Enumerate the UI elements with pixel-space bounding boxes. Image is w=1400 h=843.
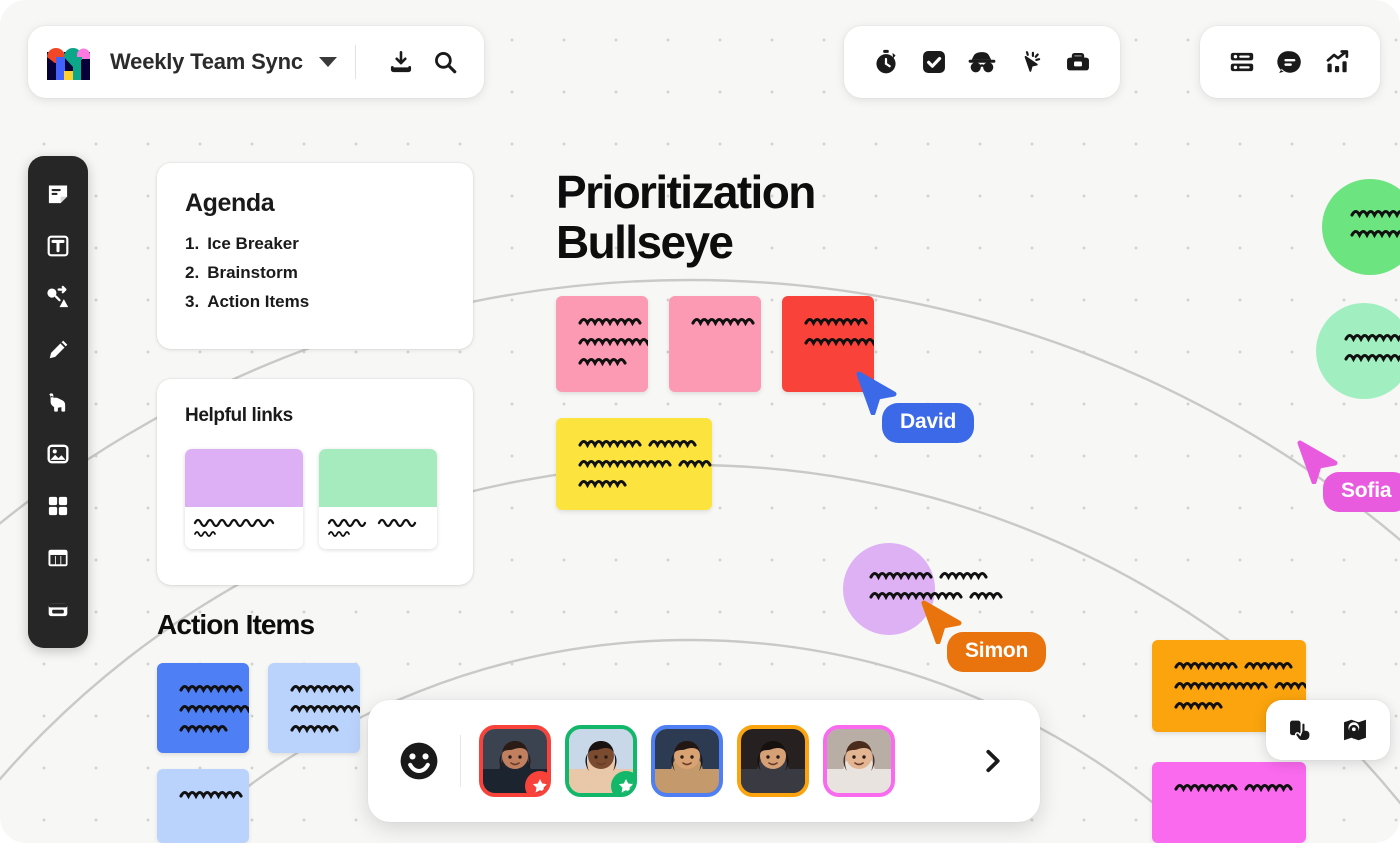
search-icon[interactable] [428,45,462,79]
sticky-scribble-text [282,684,360,747]
circle-green-light[interactable] [1316,303,1400,399]
timer-icon[interactable] [862,40,910,84]
sticky-magenta-1[interactable] [1152,762,1306,843]
helpful-links-card[interactable]: Helpful links [157,379,473,585]
page-title: Prioritization Bullseye [556,166,816,268]
frames-icon[interactable] [36,480,80,532]
avatar-5[interactable] [823,725,895,797]
agenda-title: Agenda [185,189,275,217]
app-bar: Weekly Team Sync [28,26,484,98]
avatar-photo [741,729,805,793]
comment-icon[interactable] [1266,40,1314,84]
sticky-scribble-text [171,790,243,813]
sticky-scribble-text [570,317,648,380]
table-icon[interactable] [36,532,80,584]
circle-scribble-text [1342,202,1400,253]
agenda-item: 2. Brainstorm [185,263,445,283]
link-preview-green[interactable] [319,449,437,549]
smiley-icon[interactable] [394,736,444,786]
sticky-pink-2[interactable] [669,296,761,392]
link-preview-purple[interactable] [185,449,303,549]
sticky-scribble-text [1166,783,1296,806]
agenda-item-label: Brainstorm [207,263,298,282]
image-icon[interactable] [36,428,80,480]
llama-icon[interactable] [36,376,80,428]
sticky-blue-3[interactable] [157,769,249,843]
left-toolbar [28,156,88,648]
avatar-photo [655,729,719,793]
action-items-title: Action Items [157,609,315,640]
toolbox-icon[interactable] [1054,40,1102,84]
board-canvas[interactable]: Weekly Team Sync Agenda 1. Ice Breaker 2… [0,0,1400,843]
avatar-3[interactable] [651,725,723,797]
chart-icon[interactable] [1314,40,1362,84]
avatar-4[interactable] [737,725,809,797]
cursor-name-tag: Sofia [1323,472,1400,512]
star-icon [611,771,633,793]
link-meta [319,507,437,549]
voting-icon[interactable] [910,40,958,84]
agenda-list: 1. Ice Breaker 2. Brainstorm 3. Action I… [185,234,445,312]
pen-icon[interactable] [36,324,80,376]
top-toolbar-panels [1200,26,1380,98]
divider [354,45,356,79]
incognito-icon[interactable] [958,40,1006,84]
text-icon[interactable] [36,220,80,272]
agenda-item-label: Ice Breaker [207,234,299,253]
chevron-right-icon[interactable] [970,739,1014,783]
top-toolbar-collaboration [844,26,1120,98]
link-thumbnail [319,449,437,507]
export-icon[interactable] [384,45,418,79]
sticky-yellow-1[interactable] [556,418,712,510]
chevron-down-icon[interactable] [318,57,337,67]
divider [460,735,461,787]
agenda-item-number: 1. [185,234,200,253]
sticky-note-icon[interactable] [36,168,80,220]
avatar-list [479,725,895,797]
hand-tool-icon[interactable] [1278,708,1324,752]
attention-icon[interactable] [1006,40,1054,84]
cursor-name-tag: Simon [947,632,1047,672]
agenda-card[interactable]: Agenda 1. Ice Breaker 2. Brainstorm 3. A… [157,163,473,349]
miro-logo [47,48,90,80]
sticky-scribble-text [683,317,755,340]
circle-scribble-text [1336,326,1400,377]
star-icon [525,771,547,793]
avatar-1[interactable] [479,725,551,797]
agenda-item-label: Action Items [207,292,310,311]
sticky-scribble-text [570,439,712,502]
sticky-scribble-text [796,317,874,360]
sticky-blue-2[interactable] [268,663,360,753]
link-preview-list [185,449,445,549]
sticky-pink-1[interactable] [556,296,648,392]
agenda-item-number: 3. [185,292,200,311]
agenda-item-number: 2. [185,263,200,282]
avatar-2[interactable] [565,725,637,797]
link-meta [185,507,303,549]
canvas-mini-toolbar [1266,700,1390,760]
board-title: Weekly Team Sync [110,49,303,74]
participants-bar [368,700,1040,822]
cards-icon[interactable] [1218,40,1266,84]
agenda-item: 1. Ice Breaker [185,234,445,254]
helpful-links-title: Helpful links [185,405,293,426]
cursor-name-tag: David [882,403,975,443]
circle-scribble-text [861,564,1003,615]
card-icon[interactable] [36,584,80,636]
circle-green-dark[interactable] [1322,179,1400,275]
avatar-photo [827,729,891,793]
sticky-scribble-text [171,684,249,747]
shapes-icon[interactable] [36,272,80,324]
agenda-item: 3. Action Items [185,292,445,312]
sticky-blue-1[interactable] [157,663,249,753]
link-thumbnail [185,449,303,507]
minimap-icon[interactable] [1332,708,1378,752]
